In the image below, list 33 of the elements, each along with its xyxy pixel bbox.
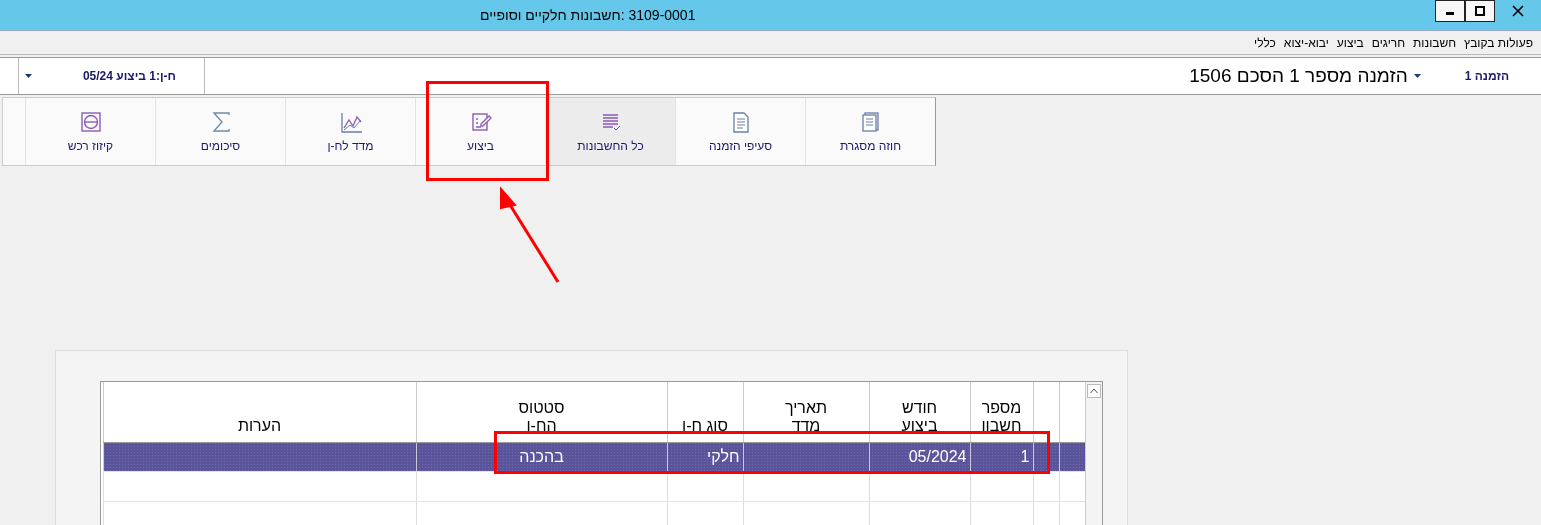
- column-header[interactable]: מספר חשבון: [970, 382, 1033, 443]
- scroll-up-icon[interactable]: [1087, 384, 1101, 398]
- caret-icon: [25, 74, 32, 78]
- column-header[interactable]: תאריך מדד: [743, 382, 869, 443]
- column-header[interactable]: סטטוס הח-ן: [416, 382, 667, 443]
- table-cell: חלקי: [707, 448, 740, 465]
- column-header[interactable]: הערות: [103, 382, 416, 443]
- menu-item[interactable]: יבוא-יצוא: [1279, 36, 1333, 50]
- menu-item[interactable]: ביצוע: [1332, 36, 1368, 50]
- window-title: 3109-0001 :חשבונות חלקיים וסופיים: [480, 7, 696, 23]
- menu-item[interactable]: חשבונות: [1409, 36, 1461, 50]
- toolbar-button[interactable]: כל החשבונות: [545, 98, 675, 165]
- line-chart-icon: [339, 110, 362, 133]
- edit-icon: [469, 110, 492, 133]
- maximize-icon: [1475, 6, 1485, 16]
- order-dropdown[interactable]: הזמנה מספר 1 הסכם 1506: [1189, 65, 1408, 87]
- invoice-dropdown[interactable]: ח-ן:1 ביצוע 05/24: [18, 58, 205, 94]
- notebook-icon: [859, 110, 882, 133]
- table-cell: 1: [1020, 448, 1030, 465]
- table-cell: 05/2024: [908, 448, 967, 465]
- column-header[interactable]: חודש ביצוע: [869, 382, 970, 443]
- close-icon: [1512, 5, 1524, 17]
- scrollbar[interactable]: [1085, 382, 1102, 525]
- caret-icon[interactable]: [1413, 74, 1421, 78]
- table-row[interactable]: [103, 471, 1085, 502]
- menu-item[interactable]: כללי: [1250, 36, 1280, 50]
- minimize-button[interactable]: [1435, 0, 1465, 22]
- maximize-button[interactable]: [1465, 0, 1495, 22]
- table-cell: בהכנה: [519, 448, 564, 465]
- order-label: הזמנה 1: [1464, 69, 1509, 83]
- circle-minus-icon: [79, 110, 102, 133]
- menu-item[interactable]: חריגים: [1367, 36, 1410, 50]
- menu-item[interactable]: פעולות בקובץ: [1460, 36, 1537, 50]
